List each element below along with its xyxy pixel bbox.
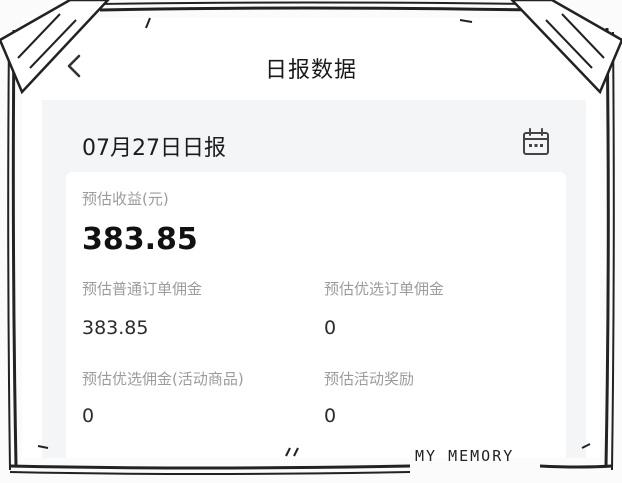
app-screen: 日报数据 07月27日日报 预估收益(元) 383.85 预估普通订单佣金 38…: [22, 18, 600, 458]
metric-label-preferred-order-commission: 预估优选订单佣金: [324, 280, 445, 298]
estimated-income-label: 预估收益(元): [82, 190, 169, 208]
metric-value-activity-reward: 0: [324, 405, 337, 427]
metric-value-preferred-order-commission: 0: [324, 317, 337, 339]
calendar-icon[interactable]: [520, 126, 552, 158]
nav-bar: 日报数据: [22, 18, 600, 100]
metric-label-preferred-activity-commission: 预估优选佣金(活动商品): [82, 370, 244, 388]
metric-label-activity-reward: 预估活动奖励: [324, 370, 415, 388]
estimated-income-value: 383.85: [82, 222, 198, 257]
metric-value-preferred-activity-commission: 0: [82, 405, 95, 427]
metric-label-normal-order-commission: 预估普通订单佣金: [82, 280, 203, 298]
report-date-title: 07月27日日报: [82, 136, 226, 161]
daily-report-panel: 07月27日日报 预估收益(元) 383.85 预估普通订单佣金 383.85 …: [42, 100, 586, 458]
earnings-card: 预估收益(元) 383.85 预估普通订单佣金 383.85 预估优选订单佣金 …: [66, 172, 566, 458]
watermark-text: MY MEMORY: [415, 447, 515, 465]
metric-value-normal-order-commission: 383.85: [82, 317, 149, 339]
page-title: 日报数据: [264, 58, 357, 83]
